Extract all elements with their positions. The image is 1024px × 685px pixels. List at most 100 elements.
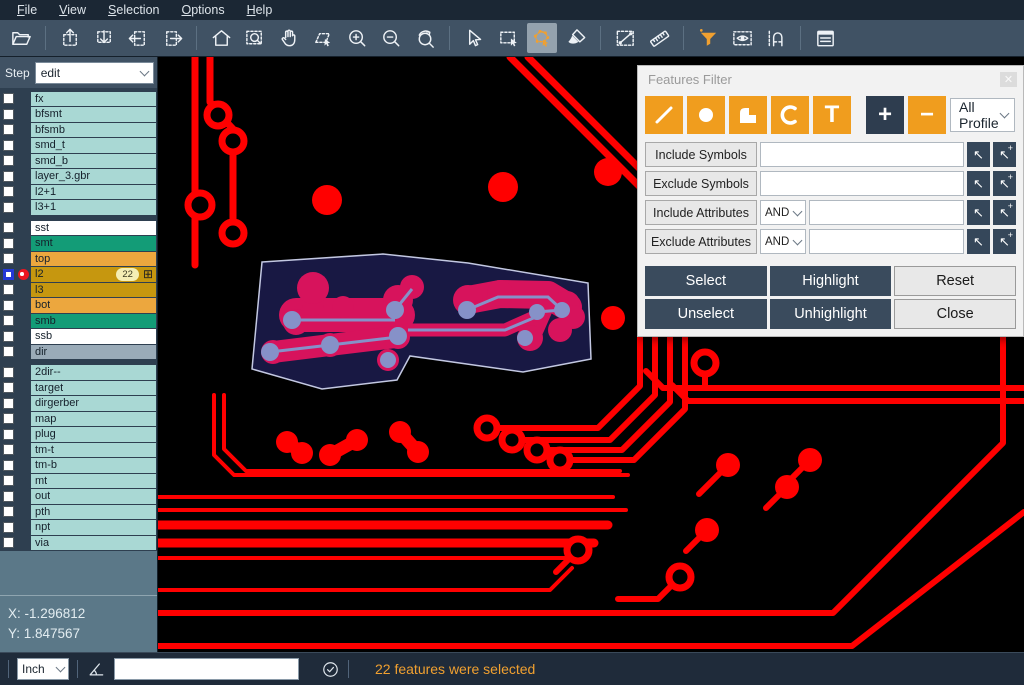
layer-row-l2[interactable]: l222⊞: [0, 267, 157, 283]
layer-row-fx[interactable]: fx: [0, 91, 157, 107]
profile-dropdown[interactable]: All Profile: [950, 98, 1015, 132]
exclude-symbols-button[interactable]: Exclude Symbols: [645, 171, 757, 196]
layer-checkbox[interactable]: [3, 522, 14, 533]
layer-checkbox[interactable]: [3, 300, 14, 311]
layer-checkbox[interactable]: [3, 315, 14, 326]
drag-select-icon[interactable]: [308, 23, 338, 53]
include-attributes-operator-dropdown[interactable]: AND: [760, 200, 806, 225]
exclude-attributes-button[interactable]: Exclude Attributes: [645, 229, 757, 254]
open-folder-icon[interactable]: [6, 23, 36, 53]
layer-checkbox[interactable]: [3, 413, 14, 424]
close-icon[interactable]: ✕: [1000, 72, 1017, 87]
arc-feature-button[interactable]: [771, 96, 809, 134]
layer-row-npt[interactable]: npt: [0, 520, 157, 536]
pick-attribute-icon[interactable]: [967, 200, 990, 225]
layer-row-tm-b[interactable]: tm-b: [0, 458, 157, 474]
layer-row-smb[interactable]: smb: [0, 313, 157, 329]
layer-checkbox[interactable]: [3, 460, 14, 471]
layer-row-smt[interactable]: smt: [0, 236, 157, 252]
include-symbols-input[interactable]: [760, 142, 964, 167]
menu-help[interactable]: Help: [238, 1, 282, 19]
select-pointer-icon[interactable]: [459, 23, 489, 53]
layer-row-map[interactable]: map: [0, 411, 157, 427]
zoom-window-icon[interactable]: [240, 23, 270, 53]
ruler-icon[interactable]: [644, 23, 674, 53]
include-symbols-button[interactable]: Include Symbols: [645, 142, 757, 167]
close-button[interactable]: Close: [894, 299, 1016, 329]
layer-checkbox[interactable]: [3, 367, 14, 378]
layer-checkbox[interactable]: [3, 491, 14, 502]
layer-checkbox[interactable]: [3, 109, 14, 120]
layer-checkbox[interactable]: [3, 238, 14, 249]
layer-row-target[interactable]: target: [0, 380, 157, 396]
send-right-icon[interactable]: [157, 23, 187, 53]
exclude-attributes-operator-dropdown[interactable]: AND: [760, 229, 806, 254]
menu-view[interactable]: View: [50, 1, 95, 19]
home-icon[interactable]: [206, 23, 236, 53]
pan-hand-icon[interactable]: [274, 23, 304, 53]
layer-row-smd-b[interactable]: smd_b: [0, 153, 157, 169]
pad-feature-button[interactable]: [687, 96, 725, 134]
pick-add-symbol-icon[interactable]: [993, 142, 1016, 167]
pick-add-attribute-icon[interactable]: [993, 229, 1016, 254]
layer-row-layer3gbr[interactable]: layer_3.gbr: [0, 169, 157, 185]
features-filter-icon[interactable]: [693, 23, 723, 53]
layer-row-dir[interactable]: dir: [0, 344, 157, 360]
layer-row-2dir[interactable]: 2dir--: [0, 365, 157, 381]
units-dropdown[interactable]: Inch: [17, 658, 69, 680]
layer-checkbox[interactable]: [3, 140, 14, 151]
layer-row-mt[interactable]: mt: [0, 473, 157, 489]
layer-checkbox[interactable]: [3, 284, 14, 295]
zoom-out-icon[interactable]: [376, 23, 406, 53]
measure-distance-icon[interactable]: [610, 23, 640, 53]
include-attributes-button[interactable]: Include Attributes: [645, 200, 757, 225]
layer-checkbox[interactable]: [3, 444, 14, 455]
layer-row-plug[interactable]: plug: [0, 427, 157, 443]
layer-checkbox[interactable]: [3, 222, 14, 233]
surface-feature-button[interactable]: [729, 96, 767, 134]
layer-checkbox[interactable]: [3, 398, 14, 409]
layer-checkbox[interactable]: [3, 124, 14, 135]
angle-measure-icon[interactable]: [86, 659, 106, 679]
command-input[interactable]: [114, 658, 299, 680]
view-options-icon[interactable]: [727, 23, 757, 53]
layer-checkbox[interactable]: [3, 346, 14, 357]
layer-row-l2plus1[interactable]: l2+1: [0, 184, 157, 200]
layer-row-bfsmb[interactable]: bfsmb: [0, 122, 157, 138]
layer-checkbox[interactable]: [3, 429, 14, 440]
clear-brush-icon[interactable]: [561, 23, 591, 53]
layer-checkbox[interactable]: [3, 475, 14, 486]
layer-row-dirgerber[interactable]: dirgerber: [0, 396, 157, 412]
layer-checkbox[interactable]: [3, 537, 14, 548]
layers-panel-icon[interactable]: [810, 23, 840, 53]
line-feature-button[interactable]: [645, 96, 683, 134]
unhighlight-button[interactable]: Unhighlight: [770, 299, 892, 329]
menu-file[interactable]: File: [8, 1, 46, 19]
layer-checkbox[interactable]: [3, 506, 14, 517]
pcb-canvas[interactable]: Features Filter ✕ T + − All Profile: [158, 57, 1024, 652]
step-dropdown[interactable]: edit: [35, 62, 154, 84]
reset-button[interactable]: Reset: [894, 266, 1016, 296]
layer-checkbox[interactable]: [3, 202, 14, 213]
menu-selection[interactable]: Selection: [99, 1, 168, 19]
pick-attribute-icon[interactable]: [967, 229, 990, 254]
layer-checkbox[interactable]: [3, 171, 14, 182]
rectangle-select-icon[interactable]: [493, 23, 523, 53]
layer-row-l3[interactable]: l3: [0, 282, 157, 298]
pick-add-symbol-icon[interactable]: [993, 171, 1016, 196]
layer-checkbox[interactable]: [3, 186, 14, 197]
layer-row-pth[interactable]: pth: [0, 504, 157, 520]
layer-row-bfsmt[interactable]: bfsmt: [0, 107, 157, 123]
zoom-previous-icon[interactable]: [410, 23, 440, 53]
send-left-icon[interactable]: [123, 23, 153, 53]
layer-row-sst[interactable]: sst: [0, 220, 157, 236]
grid-icon[interactable]: ⊞: [143, 268, 153, 281]
layer-row-via[interactable]: via: [0, 535, 157, 551]
layer-row-tm-t[interactable]: tm-t: [0, 442, 157, 458]
exclude-symbols-input[interactable]: [760, 171, 964, 196]
snap-mode-icon[interactable]: [761, 23, 791, 53]
layer-checkbox[interactable]: [3, 93, 14, 104]
layer-checkbox[interactable]: [3, 331, 14, 342]
import-down-icon[interactable]: [89, 23, 119, 53]
highlight-button[interactable]: Highlight: [770, 266, 892, 296]
